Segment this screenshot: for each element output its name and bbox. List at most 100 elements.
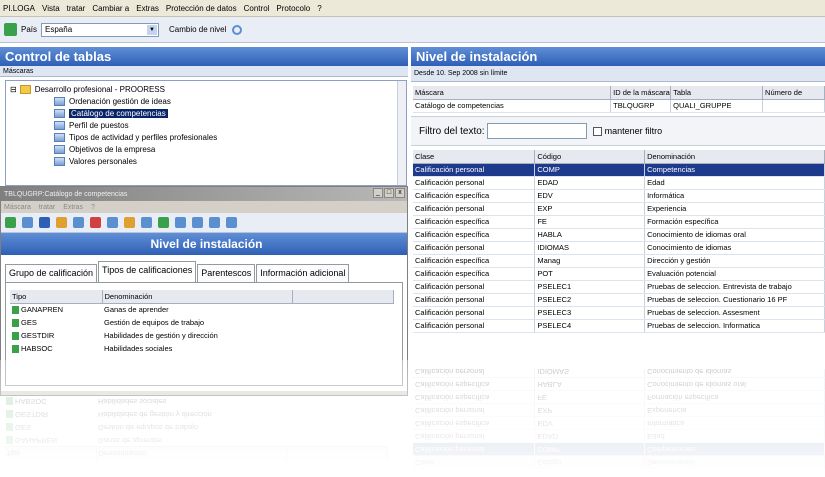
tree-item-label: Objetivos de la empresa	[69, 145, 156, 154]
info-icon[interactable]	[209, 217, 220, 228]
reflection-part: Código	[534, 456, 645, 469]
export-icon[interactable]	[141, 217, 152, 228]
table-row[interactable]: Calificación personal PSELEC4 Pruebas de s…	[413, 319, 825, 333]
import-icon[interactable]	[158, 217, 169, 228]
tab-1[interactable]: Tipos de calificaciones	[98, 261, 197, 282]
pais-select[interactable]: España ▼	[41, 22, 160, 37]
delete-icon[interactable]	[90, 217, 101, 228]
table-row[interactable]: HABSOC Habilidades sociales	[10, 342, 394, 355]
mdi-menu-item[interactable]: Extras	[63, 204, 83, 211]
table-row[interactable]: Calificación personal EDAD Edad	[413, 176, 825, 190]
chevron-down-icon: ▼	[147, 24, 158, 35]
reflection-part[interactable]: HABSOC Habilidades sociales	[4, 395, 388, 408]
reflection-part: Calificación específica	[413, 378, 535, 391]
refresh-icon[interactable]	[232, 24, 243, 35]
tab-0[interactable]: Grupo de calificación	[5, 264, 98, 282]
table-cell: Competencias	[644, 163, 825, 177]
table-row[interactable]: Calificación personal PSELEC3 Pruebas de s…	[413, 306, 825, 320]
tree-scrollbar[interactable]	[397, 81, 406, 185]
table-row[interactable]: Calificación específica EDV Informática	[413, 189, 825, 203]
table-row[interactable]: Calificación específica FE Formación espec…	[413, 215, 825, 229]
reflection-part[interactable]: GESTDIR Habilidades de gestión y direcció…	[4, 408, 388, 421]
qualification-icon	[12, 332, 19, 340]
table-row[interactable]: Calificación personal COMP Competencias	[413, 163, 825, 177]
reflection-part: Denominación	[644, 456, 825, 469]
table-row[interactable]: GANAPREN Ganas de aprender	[10, 303, 394, 316]
table-row[interactable]: Calificación personal IDIOMAS Conocimiento…	[413, 241, 825, 255]
reflection-part[interactable]: Calificación específica FE Formación espec…	[413, 391, 825, 404]
reflection-part[interactable]: Calificación personal IDIOMAS Conocimiento…	[413, 369, 825, 378]
mdi-menu-item[interactable]: Máscara	[4, 204, 31, 211]
reflection-part[interactable]: Calificación específica HABLA Conocimiento…	[413, 378, 825, 391]
mdi-title-bar: TBLQUGRP:Catálogo de competencias _ □ x	[1, 187, 407, 201]
table-row[interactable]: Calificación específica Manag Dirección y …	[413, 254, 825, 268]
collapse-icon[interactable]: ⊟	[10, 85, 17, 94]
reflection-part: HABLA	[534, 378, 645, 391]
menu-item[interactable]: Protocolo	[276, 4, 310, 13]
right-title: Nivel de instalación	[416, 49, 538, 64]
table-row[interactable]: GESTDIR Habilidades de gestión y direcció…	[10, 329, 394, 342]
menu-item[interactable]: Extras	[136, 4, 159, 13]
menu-item[interactable]: Control	[244, 4, 270, 13]
menu-item[interactable]: PI.LOGA	[3, 4, 35, 13]
tree-item[interactable]: Ordenación gestión de ideas	[54, 96, 171, 107]
menu-item[interactable]: Vista	[42, 4, 60, 13]
mdi-menu-item[interactable]: tratar	[39, 204, 55, 211]
cambio-nivel-button[interactable]: Cambio de nivel	[169, 25, 226, 34]
tree-item[interactable]: Perfil de puestos	[54, 120, 129, 131]
reflection-part: Formación específica	[644, 391, 825, 404]
filter-input[interactable]	[486, 123, 587, 139]
reflection-part[interactable]: Calificación personal EXP Experiencia	[413, 404, 825, 417]
table-cell: Gestión de equipos de trabajo	[104, 318, 205, 327]
copy-icon[interactable]	[73, 217, 84, 228]
mdi-menu-item[interactable]: ?	[91, 204, 95, 211]
save-icon[interactable]	[39, 217, 50, 228]
settings-icon[interactable]	[175, 217, 186, 228]
reflection-part[interactable]: GANAPREN Ganas de aprender	[4, 434, 388, 447]
tab-3[interactable]: Información adicional	[256, 264, 350, 282]
grid-icon[interactable]	[192, 217, 203, 228]
new-icon[interactable]	[22, 217, 33, 228]
menu-item[interactable]: Cambiar a	[92, 4, 129, 13]
table-row[interactable]: Calificación específica HABLA Conocimiento…	[413, 228, 825, 242]
column-header: Tabla	[670, 86, 764, 100]
reflection-part[interactable]: GES Gestión de equipos de trabajo	[4, 421, 388, 434]
tab-2[interactable]: Parentescos	[197, 264, 256, 282]
table-row[interactable]: Calificación personal PSELEC2 Pruebas de s…	[413, 293, 825, 307]
table-cell: Calificación específica	[413, 228, 536, 242]
maximize-icon[interactable]: □	[384, 188, 394, 198]
table-row[interactable]: GES Gestión de equipos de trabajo	[10, 316, 394, 329]
table-icon	[54, 121, 65, 130]
tree-item[interactable]: Tipos de actividad y perfiles profesiona…	[54, 132, 217, 143]
table-row[interactable]: Calificación personal PSELEC1 Pruebas de s…	[413, 280, 825, 294]
close-icon[interactable]: x	[395, 188, 405, 198]
back-icon[interactable]	[5, 217, 16, 228]
table-row[interactable]: Calificación específica POT Evaluación pot…	[413, 267, 825, 281]
filter-icon[interactable]	[107, 217, 118, 228]
tree-item[interactable]: Valores personales	[54, 156, 137, 167]
mask-table: Máscara ID de la máscara Tabla Número de Cat…	[413, 86, 825, 113]
menu-item[interactable]: tratar	[67, 4, 86, 13]
keep-filter-checkbox[interactable]	[592, 126, 602, 136]
minimize-icon[interactable]: _	[373, 188, 383, 198]
folder-icon	[19, 85, 31, 94]
table-icon	[54, 157, 65, 166]
tree-item-label: Valores personales	[69, 157, 137, 166]
tree-item[interactable]: Catálogo de competencias	[54, 108, 168, 119]
mask-row[interactable]: Catálogo de competencias TBLQUGRP QUALI_GR…	[413, 99, 825, 113]
table-row[interactable]: Calificación personal EXP Experiencia	[413, 202, 825, 216]
tree-item[interactable]: ⊟ Desarrollo profesional - PROORESS	[10, 84, 165, 95]
menu-item[interactable]: Protección de datos	[166, 4, 237, 13]
menu-item[interactable]: ?	[317, 4, 321, 13]
help-icon[interactable]	[226, 217, 237, 228]
reflection-part[interactable]: Calificación personal COMP Competencias	[413, 443, 825, 456]
tree-item[interactable]: Objetivos de la empresa	[54, 144, 155, 155]
toolbar: País España ▼ Cambio de nivel	[0, 17, 825, 43]
navigate-icon[interactable]	[4, 23, 17, 36]
edit-icon[interactable]	[56, 217, 67, 228]
mdi-toolbar	[1, 213, 407, 233]
print-icon[interactable]	[124, 217, 135, 228]
reflection-part[interactable]: Calificación específica EDV Informática	[413, 417, 825, 430]
reflection-part[interactable]: Calificación personal EDAD Edad	[413, 430, 825, 443]
table-cell	[762, 99, 825, 113]
